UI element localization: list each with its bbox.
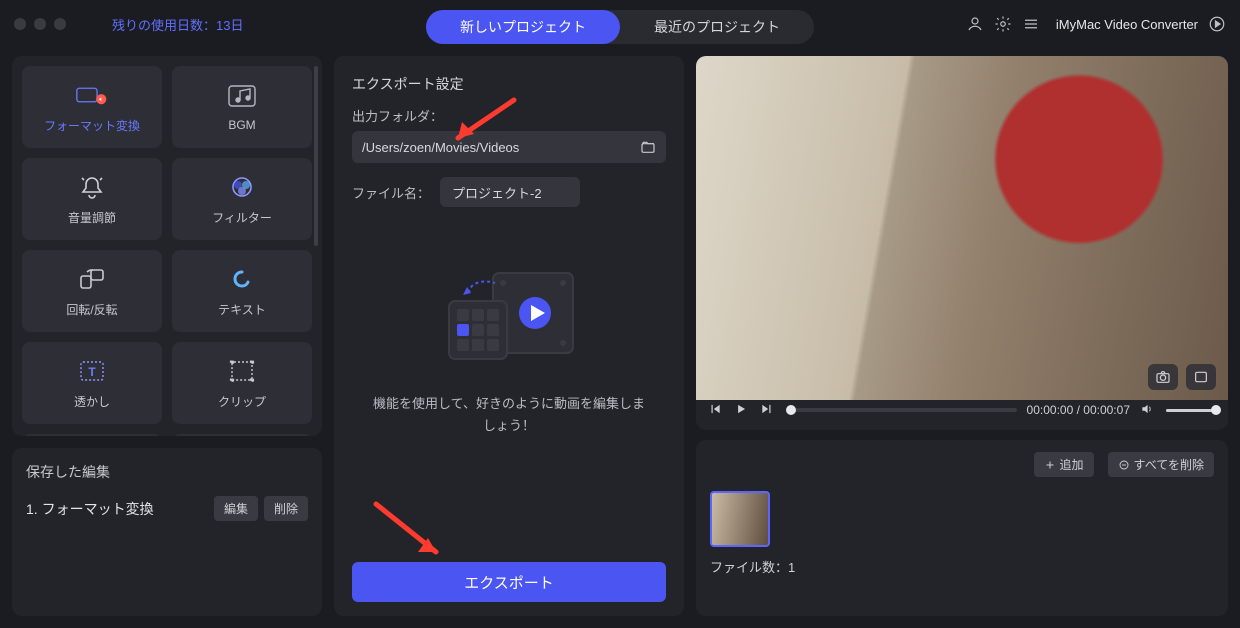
app-name: iMyMac Video Converter <box>1056 17 1198 32</box>
tool-grid: フォーマット変換 BGM 音量調節 <box>12 56 322 436</box>
folder-browse-icon[interactable] <box>640 139 656 155</box>
tool-label: 音量調節 <box>68 209 116 226</box>
trial-days-label: 残りの使用日数：13日 <box>112 15 243 34</box>
saved-edits-panel: 保存した編集 1. フォーマット変換 編集 削除 <box>12 448 322 616</box>
video-preview[interactable] <box>696 56 1228 400</box>
rotate-icon <box>76 265 108 293</box>
window-controls[interactable] <box>14 18 66 30</box>
text-icon <box>226 265 258 293</box>
watermark-icon: T <box>76 357 108 385</box>
tool-bgm[interactable]: BGM <box>172 66 312 148</box>
tool-label: クリップ <box>218 393 266 410</box>
bell-icon <box>76 173 108 201</box>
annotation-arrow-icon <box>364 496 454 566</box>
tool-watermark[interactable]: T 透かし <box>22 342 162 424</box>
fullscreen-button[interactable] <box>1186 364 1216 390</box>
export-button[interactable]: エクスポート <box>352 562 666 602</box>
tool-hidden-row[interactable] <box>22 434 162 436</box>
edit-button[interactable]: 編集 <box>214 496 258 521</box>
tool-label: フィルター <box>212 209 272 226</box>
tool-rotate[interactable]: 回転/反転 <box>22 250 162 332</box>
scrollbar-thumb[interactable] <box>314 66 318 246</box>
files-panel: 追加 すべてを削除 ファイル数：1 <box>696 440 1228 616</box>
video-preview-panel: 00:00:00 / 00:00:07 <box>696 56 1228 430</box>
filter-icon <box>226 173 258 201</box>
tool-label: BGM <box>228 118 255 132</box>
tool-label: フォーマット変換 <box>44 117 140 134</box>
output-folder-path: /Users/zoen/Movies/Videos <box>362 140 519 155</box>
tab-new-project[interactable]: 新しいプロジェクト <box>426 10 620 44</box>
crop-icon <box>226 357 258 385</box>
timecode: 00:00:00 / 00:00:07 <box>1027 403 1130 417</box>
filename-label: ファイル名： <box>352 183 430 202</box>
titlebar: 残りの使用日数：13日 新しいプロジェクト 最近のプロジェクト iMyMac V… <box>0 0 1240 48</box>
tool-filter[interactable]: フィルター <box>172 158 312 240</box>
file-thumbnail[interactable] <box>710 491 770 547</box>
tool-text[interactable]: テキスト <box>172 250 312 332</box>
add-file-button[interactable]: 追加 <box>1034 452 1094 477</box>
account-icon[interactable] <box>966 15 984 33</box>
volume-icon[interactable] <box>1140 402 1156 418</box>
export-hint: 機能を使用して、好きのように動画を編集しましょう！ <box>352 393 666 437</box>
app-logo-icon <box>1208 15 1226 33</box>
saved-edit-name: 1. フォーマット変換 <box>26 499 208 519</box>
filename-input[interactable]: プロジェクト-2 <box>440 177 580 207</box>
tool-clip[interactable]: クリップ <box>172 342 312 424</box>
tool-label: 透かし <box>74 393 110 410</box>
timeline-slider[interactable] <box>786 408 1017 412</box>
output-folder-field[interactable]: /Users/zoen/Movies/Videos <box>352 131 666 163</box>
tool-format-convert[interactable]: フォーマット変換 <box>22 66 162 148</box>
menu-icon[interactable] <box>1022 15 1040 33</box>
saved-edit-row: 1. フォーマット変換 編集 削除 <box>26 496 308 521</box>
saved-edits-title: 保存した編集 <box>26 462 308 482</box>
transport-controls: 00:00:00 / 00:00:07 <box>696 400 1228 422</box>
gear-icon[interactable] <box>994 15 1012 33</box>
tab-recent-projects[interactable]: 最近のプロジェクト <box>620 10 814 44</box>
play-button[interactable] <box>734 402 750 418</box>
tool-volume[interactable]: 音量調節 <box>22 158 162 240</box>
convert-icon <box>76 81 108 109</box>
export-heading: エクスポート設定 <box>352 74 666 94</box>
svg-text:T: T <box>88 365 96 379</box>
volume-slider[interactable] <box>1166 409 1216 412</box>
export-panel: エクスポート設定 出力フォルダ： /Users/zoen/Movies/Vide… <box>334 56 684 616</box>
music-icon <box>226 82 258 110</box>
next-button[interactable] <box>760 402 776 418</box>
prev-button[interactable] <box>708 402 724 418</box>
output-folder-label: 出力フォルダ： <box>352 106 666 125</box>
snapshot-button[interactable] <box>1148 364 1178 390</box>
tool-label: テキスト <box>218 301 266 318</box>
file-count-label: ファイル数：1 <box>710 557 1214 576</box>
clear-all-button[interactable]: すべてを削除 <box>1108 452 1214 477</box>
export-illustration <box>352 267 666 377</box>
tool-label: 回転/反転 <box>66 301 117 318</box>
delete-button[interactable]: 削除 <box>264 496 308 521</box>
tool-hidden-row[interactable] <box>172 434 312 436</box>
project-tabs: 新しいプロジェクト 最近のプロジェクト <box>426 10 814 44</box>
